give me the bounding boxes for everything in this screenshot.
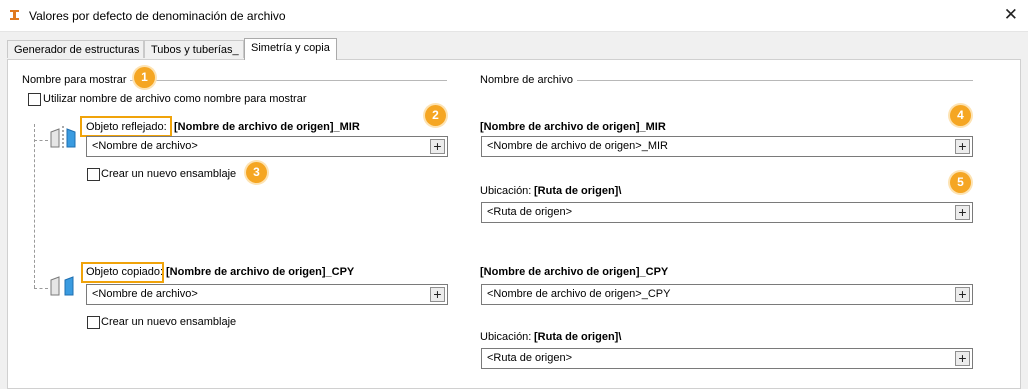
callout-badge-4: 4 (950, 105, 971, 126)
copied-part-icon (50, 276, 74, 296)
display-name-section-label: Nombre para mostrar (22, 74, 127, 86)
mirrored-new-assembly-label: Crear un nuevo ensamblaje (101, 168, 237, 180)
field-value: <Nombre de archivo> (92, 140, 198, 152)
tree-connector-line (34, 288, 48, 289)
tab-label: Simetría y copia (251, 42, 330, 54)
field-value: <Ruta de origen> (487, 206, 573, 218)
window-title: Valores por defecto de denominación de a… (29, 9, 286, 23)
copied-new-assembly-checkbox[interactable] (87, 316, 100, 329)
copied-object-name: [Nombre de archivo de origen]_CPY (166, 266, 355, 278)
section-divider (577, 80, 973, 81)
callout-badge-1: 1 (134, 67, 155, 88)
field-value: <Ruta de origen> (487, 352, 573, 364)
highlight-box-mirrored-label (80, 116, 172, 137)
add-token-button[interactable]: + (955, 139, 970, 154)
tab-tubos-tuberias[interactable]: Tubos y tuberías_ (144, 40, 244, 58)
copied-filename-field[interactable]: <Nombre de archivo de origen>_CPY + (481, 284, 973, 305)
mirrored-part-icon (50, 126, 76, 150)
copied-file-heading: [Nombre de archivo de origen]_CPY (480, 266, 669, 278)
mirrored-file-heading: [Nombre de archivo de origen]_MIR (480, 121, 666, 133)
highlight-box-copied-label (81, 262, 164, 283)
copied-new-assembly-label: Crear un nuevo ensamblaje (101, 316, 237, 328)
add-token-button[interactable]: + (955, 205, 970, 220)
callout-badge-2: 2 (425, 105, 446, 126)
copied-location-value: [Ruta de origen]\ (534, 331, 622, 343)
tab-label: Generador de estructuras (14, 44, 140, 56)
add-token-button[interactable]: + (430, 139, 445, 154)
close-icon[interactable]: ✕ (1004, 6, 1018, 23)
tree-connector-line (34, 140, 48, 141)
callout-badge-3: 3 (246, 162, 267, 183)
add-token-button[interactable]: + (955, 351, 970, 366)
mirrored-location-field[interactable]: <Ruta de origen> + (481, 202, 973, 223)
app-logo-icon (9, 9, 20, 21)
mirrored-name-field[interactable]: <Nombre de archivo> + (86, 136, 448, 157)
add-token-button[interactable]: + (430, 287, 445, 302)
callout-badge-5: 5 (950, 172, 971, 193)
use-filename-label: Utilizar nombre de archivo como nombre p… (43, 93, 307, 105)
mirrored-new-assembly-checkbox[interactable] (87, 168, 100, 181)
field-value: <Nombre de archivo de origen>_CPY (487, 288, 671, 300)
tab-simetria-copia[interactable]: Simetría y copia (244, 38, 337, 60)
add-token-button[interactable]: + (955, 287, 970, 302)
copied-location-label: Ubicación: (480, 331, 532, 343)
section-divider (130, 80, 447, 81)
tab-generador-estructuras[interactable]: Generador de estructuras (7, 40, 144, 58)
use-filename-checkbox[interactable] (28, 93, 41, 106)
copied-name-field[interactable]: <Nombre de archivo> + (86, 284, 448, 305)
copied-location-field[interactable]: <Ruta de origen> + (481, 348, 973, 369)
mirrored-filename-field[interactable]: <Nombre de archivo de origen>_MIR + (481, 136, 973, 157)
field-value: <Nombre de archivo de origen>_MIR (487, 140, 668, 152)
tab-label: Tubos y tuberías_ (151, 44, 239, 56)
file-name-section-label: Nombre de archivo (480, 74, 573, 86)
mirrored-location-value: [Ruta de origen]\ (534, 185, 622, 197)
mirrored-location-label: Ubicación: (480, 185, 532, 197)
field-value: <Nombre de archivo> (92, 288, 198, 300)
tree-connector-line (34, 124, 35, 288)
mirrored-object-name: [Nombre de archivo de origen]_MIR (174, 121, 360, 133)
title-bar: Valores por defecto de denominación de a… (0, 0, 1028, 32)
